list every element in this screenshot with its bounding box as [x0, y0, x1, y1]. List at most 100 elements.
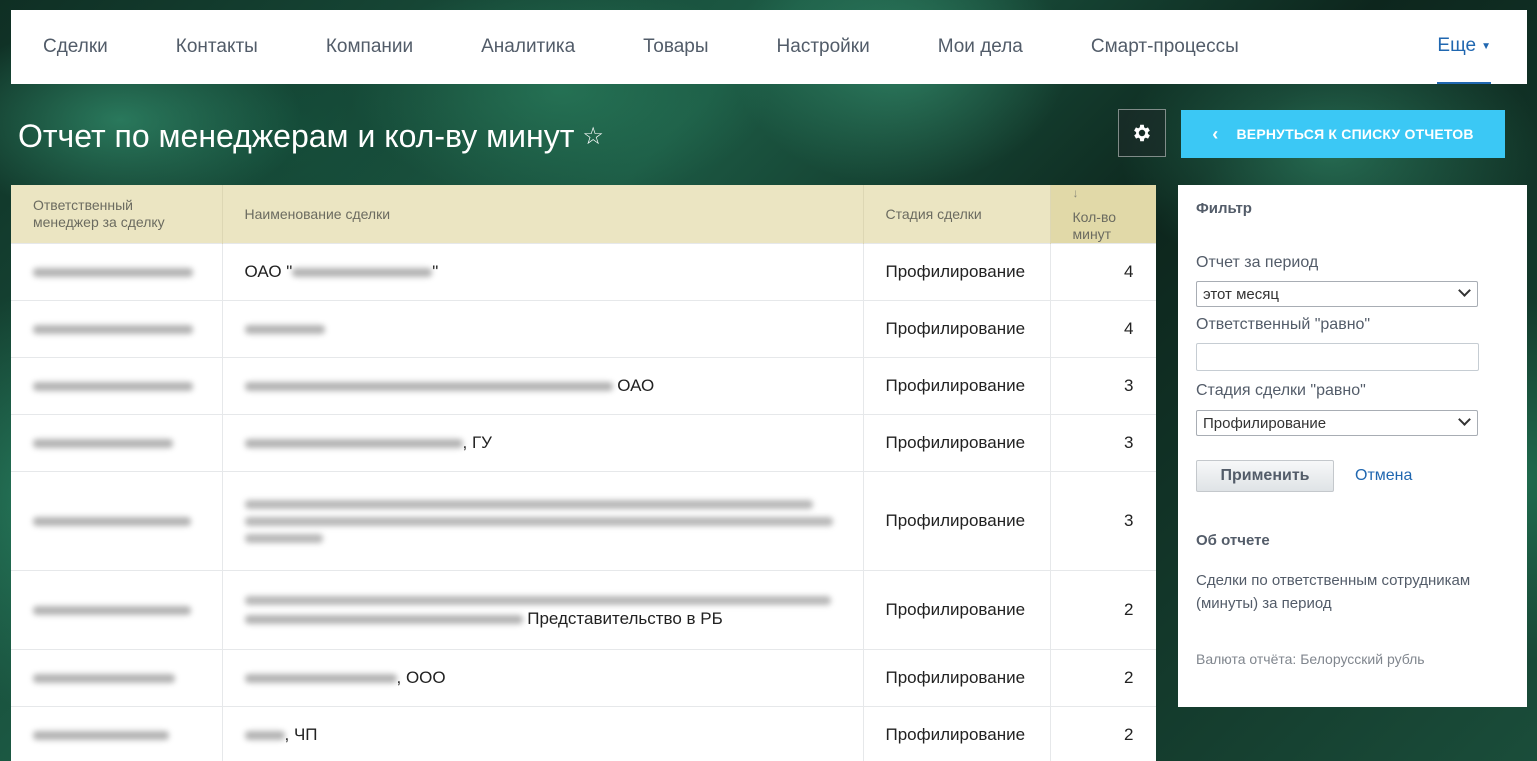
period-label: Отчет за период — [1196, 254, 1319, 271]
table-row[interactable]: Профилирование 4 — [11, 300, 1156, 358]
redacted-text — [244, 614, 523, 624]
filter-panel: Фильтр Отчет за период этот месяц Ответс… — [1178, 185, 1527, 707]
nav-item-smart-processes[interactable]: Смарт-процессы — [1091, 36, 1239, 58]
about-title: Об отчете — [1196, 532, 1270, 549]
responsible-label: Ответственный "равно" — [1196, 316, 1371, 333]
redacted-text — [33, 439, 173, 449]
nav-item-contacts[interactable]: Контакты — [176, 36, 258, 58]
stage-cell: Профилирование — [863, 649, 1051, 707]
cancel-link[interactable]: Отмена — [1355, 467, 1412, 485]
manager-cell — [11, 300, 223, 358]
deal-name-cell[interactable]: , ЧП — [222, 706, 864, 761]
nav-item-analytics[interactable]: Аналитика — [481, 36, 575, 58]
manager-cell — [11, 706, 223, 761]
minutes-cell: 2 — [1050, 649, 1156, 707]
report-table: Ответственный менеджер за сделку Наимено… — [11, 185, 1156, 761]
minutes-cell: 3 — [1050, 414, 1156, 472]
redacted-text — [244, 382, 613, 392]
deal-name-cell[interactable] — [222, 471, 864, 571]
nav-item-products[interactable]: Товары — [643, 36, 708, 58]
report-table-container: Ответственный менеджер за сделку Наимено… — [11, 185, 1156, 761]
stage-select[interactable]: Профилирование — [1196, 410, 1478, 436]
nav-item-my-tasks[interactable]: Мои дела — [938, 36, 1023, 58]
redacted-text — [244, 325, 325, 335]
filter-actions: Применить Отмена — [1196, 460, 1509, 492]
redacted-text — [244, 499, 813, 509]
page-title-text: Отчет по менеджерам и кол-ву минут — [18, 118, 575, 154]
settings-button[interactable] — [1118, 109, 1166, 157]
top-navigation: Сделки Контакты Компании Аналитика Товар… — [11, 10, 1527, 84]
stage-label: Стадия сделки "равно" — [1196, 382, 1366, 399]
redacted-text — [244, 516, 833, 526]
redacted-text — [244, 674, 397, 684]
chevron-left-icon: ‹ — [1212, 123, 1219, 144]
minutes-cell: 2 — [1050, 570, 1156, 650]
redacted-text — [33, 268, 193, 278]
deal-name-cell[interactable]: Представительство в РБ — [222, 570, 864, 650]
table-row[interactable]: , ООО Профилирование 2 — [11, 649, 1156, 707]
period-select[interactable]: этот месяц — [1196, 281, 1478, 307]
deal-name-cell[interactable]: ОАО " " — [222, 243, 864, 301]
back-to-reports-label: ВЕРНУТЬСЯ К СПИСКУ ОТЧЕТОВ — [1236, 126, 1474, 142]
apply-button[interactable]: Применить — [1196, 460, 1334, 492]
redacted-text — [244, 595, 831, 605]
manager-cell — [11, 243, 223, 301]
deal-name-suffix: , ЧП — [284, 725, 318, 745]
table-row[interactable]: , ГУ Профилирование 3 — [11, 414, 1156, 472]
nav-item-deals[interactable]: Сделки — [43, 36, 108, 58]
deal-name-cell[interactable]: , ГУ — [222, 414, 864, 472]
column-header-manager[interactable]: Ответственный менеджер за сделку — [11, 185, 223, 244]
table-row[interactable]: ОАО " " Профилирование 4 — [11, 243, 1156, 301]
redacted-text — [33, 325, 193, 335]
redacted-text — [33, 382, 193, 392]
column-header-deal-name[interactable]: Наименование сделки — [222, 185, 864, 244]
manager-cell — [11, 649, 223, 707]
deal-name-cell[interactable]: , ООО — [222, 649, 864, 707]
redacted-text — [292, 268, 433, 278]
stage-cell: Профилирование — [863, 357, 1051, 415]
stage-cell: Профилирование — [863, 471, 1051, 571]
star-icon[interactable]: ☆ — [582, 122, 604, 151]
table-header-row: Ответственный менеджер за сделку Наимено… — [11, 185, 1156, 244]
column-header-stage[interactable]: Стадия сделки — [863, 185, 1051, 244]
column-header-minutes-label: Кол-во минут — [1072, 209, 1117, 242]
stage-cell: Профилирование — [863, 300, 1051, 358]
minutes-cell: 4 — [1050, 243, 1156, 301]
period-select-value: этот месяц — [1203, 285, 1279, 303]
nav-more-button[interactable]: Еще ▼ — [1437, 10, 1491, 84]
table-row[interactable]: , ЧП Профилирование 2 — [11, 706, 1156, 761]
minutes-cell: 2 — [1050, 706, 1156, 761]
table-row[interactable]: Профилирование 3 — [11, 471, 1156, 571]
chevron-down-icon: ▼ — [1481, 40, 1491, 52]
column-header-minutes[interactable]: ↓ Кол-во минут — [1050, 185, 1156, 244]
filter-title: Фильтр — [1196, 200, 1252, 217]
responsible-input[interactable] — [1196, 343, 1479, 371]
nav-item-companies[interactable]: Компании — [326, 36, 413, 58]
deal-name-cell[interactable] — [222, 300, 864, 358]
manager-cell — [11, 414, 223, 472]
nav-item-settings[interactable]: Настройки — [777, 36, 870, 58]
gear-icon — [1134, 124, 1150, 142]
redacted-text — [244, 533, 323, 543]
redacted-text — [33, 606, 191, 616]
table-row[interactable]: Представительство в РБ Профилирование 2 — [11, 570, 1156, 650]
redacted-text — [33, 674, 175, 684]
deal-name-cell[interactable]: ОАО — [222, 357, 864, 415]
deal-name-prefix: ОАО " — [244, 262, 293, 281]
deal-name-suffix: ОАО — [612, 376, 655, 395]
stage-cell: Профилирование — [863, 414, 1051, 472]
redacted-text — [33, 731, 169, 741]
sort-arrow-icon: ↓ — [1072, 186, 1079, 200]
manager-cell — [11, 357, 223, 415]
table-row[interactable]: ОАО Профилирование 3 — [11, 357, 1156, 415]
manager-cell — [11, 471, 223, 571]
page-title: Отчет по менеджерам и кол-ву минут ☆ — [18, 118, 604, 155]
report-currency: Валюта отчёта: Белорусский рубль — [1196, 651, 1425, 667]
minutes-cell: 3 — [1050, 357, 1156, 415]
minutes-cell: 3 — [1050, 471, 1156, 571]
chevron-down-icon — [1458, 413, 1471, 426]
back-to-reports-button[interactable]: ‹ ВЕРНУТЬСЯ К СПИСКУ ОТЧЕТОВ — [1181, 110, 1505, 158]
stage-cell: Профилирование — [863, 706, 1051, 761]
nav-more-label: Еще — [1437, 35, 1477, 56]
deal-name-suffix: , ООО — [396, 668, 446, 687]
